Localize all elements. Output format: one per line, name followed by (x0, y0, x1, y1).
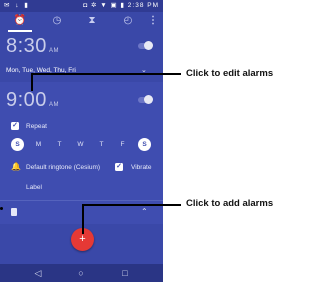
alarm-time[interactable]: 9:00 AM (6, 89, 59, 112)
day-toggle-monday[interactable]: M (32, 138, 45, 151)
toggle-knob (144, 95, 153, 104)
label-row[interactable]: Label (0, 181, 163, 195)
vibrate-label: Vibrate (131, 164, 152, 171)
day-toggle-sunday[interactable]: S (11, 138, 24, 151)
back-icon[interactable]: ◁ (31, 266, 45, 280)
alarm-item-2-expanded: 9:00 AM ✓ Repeat S M T W T F S 🔔 Default … (0, 82, 163, 200)
alarm-item-1[interactable]: 8:30 AM Mon, Tue, Wed, Thu, Fri ⌄ (0, 32, 163, 87)
chevron-up-icon[interactable]: ⌃ (141, 207, 148, 216)
alarm-time[interactable]: 8:30 AM (6, 35, 59, 58)
status-time: 2:38 PM (127, 2, 159, 9)
alarm-toggle[interactable] (138, 41, 153, 50)
trash-icon[interactable] (11, 208, 17, 216)
callout-marker (0, 207, 3, 210)
callout-edit-text: Click to edit alarms (186, 68, 274, 79)
repeat-checkbox[interactable]: ✓ (11, 122, 19, 130)
recents-icon[interactable]: □ (118, 266, 132, 280)
day-toggle-thursday[interactable]: T (95, 138, 108, 151)
weekday-row: S M T W T F S (0, 138, 163, 152)
home-icon[interactable]: ○ (74, 266, 88, 280)
callout-add-line (82, 204, 181, 206)
day-toggle-tuesday[interactable]: T (53, 138, 66, 151)
status-right: ◘ ✲ ▼ ▣ ▮ 2:38 PM (83, 0, 159, 12)
hourglass-icon[interactable]: ⧗ (85, 14, 99, 28)
status-left-icons: ✉ ↓ ▮ (4, 2, 30, 9)
alarm-toggle[interactable] (138, 95, 153, 104)
phone-screen: ✉ ↓ ▮ ◘ ✲ ▼ ▣ ▮ 2:38 PM ⏰ ◷ ⧗ ◴ ⋮ 8:30 AM… (0, 0, 163, 282)
status-icons: ◘ ✲ ▼ ▣ ▮ (83, 2, 125, 9)
bell-icon[interactable]: 🔔 (11, 162, 21, 171)
stopwatch-icon[interactable]: ◴ (121, 14, 135, 28)
callout-add-text: Click to add alarms (186, 198, 274, 209)
toggle-knob (144, 41, 153, 50)
navigation-bar: ◁ ○ □ (0, 264, 163, 282)
day-toggle-saturday[interactable]: S (138, 138, 151, 151)
repeat-row[interactable]: ✓ Repeat (0, 120, 163, 134)
repeat-label: Repeat (26, 123, 47, 130)
callout-edit-connector (31, 73, 33, 91)
day-toggle-friday[interactable]: F (116, 138, 129, 151)
alarm-label[interactable]: Label (26, 184, 42, 191)
clock-icon[interactable]: ◷ (50, 14, 64, 28)
callout-add-connector (82, 204, 84, 234)
ringtone-label[interactable]: Default ringtone (Cesium) (26, 164, 100, 171)
callout-edit-line (31, 73, 181, 75)
overflow-menu-icon[interactable]: ⋮ (146, 14, 160, 28)
status-bar: ✉ ↓ ▮ ◘ ✲ ▼ ▣ ▮ 2:38 PM (0, 0, 163, 12)
alarm-clock-icon[interactable]: ⏰ (13, 14, 27, 28)
ringtone-row: 🔔 Default ringtone (Cesium) ✓ Vibrate (0, 161, 163, 175)
day-toggle-wednesday[interactable]: W (74, 138, 87, 151)
tab-bar: ⏰ ◷ ⧗ ◴ ⋮ (0, 12, 163, 32)
vibrate-checkbox[interactable]: ✓ (115, 163, 123, 171)
